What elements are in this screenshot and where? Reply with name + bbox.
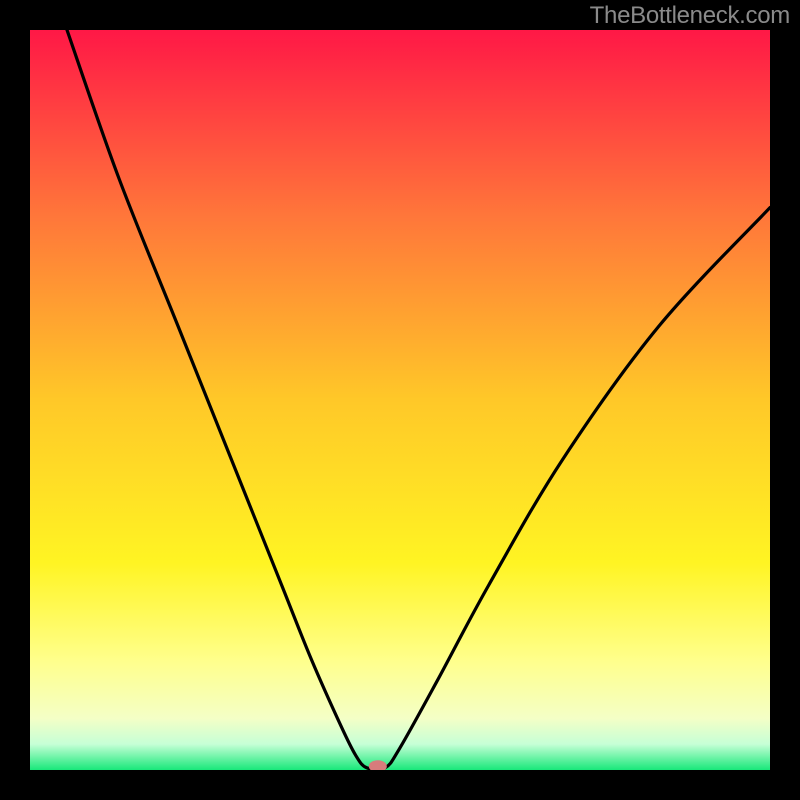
- plot-area: [30, 30, 770, 770]
- chart-frame: TheBottleneck.com: [0, 0, 800, 800]
- watermark-label: TheBottleneck.com: [590, 2, 790, 30]
- chart-svg: [30, 30, 770, 770]
- gradient-background: [30, 30, 770, 770]
